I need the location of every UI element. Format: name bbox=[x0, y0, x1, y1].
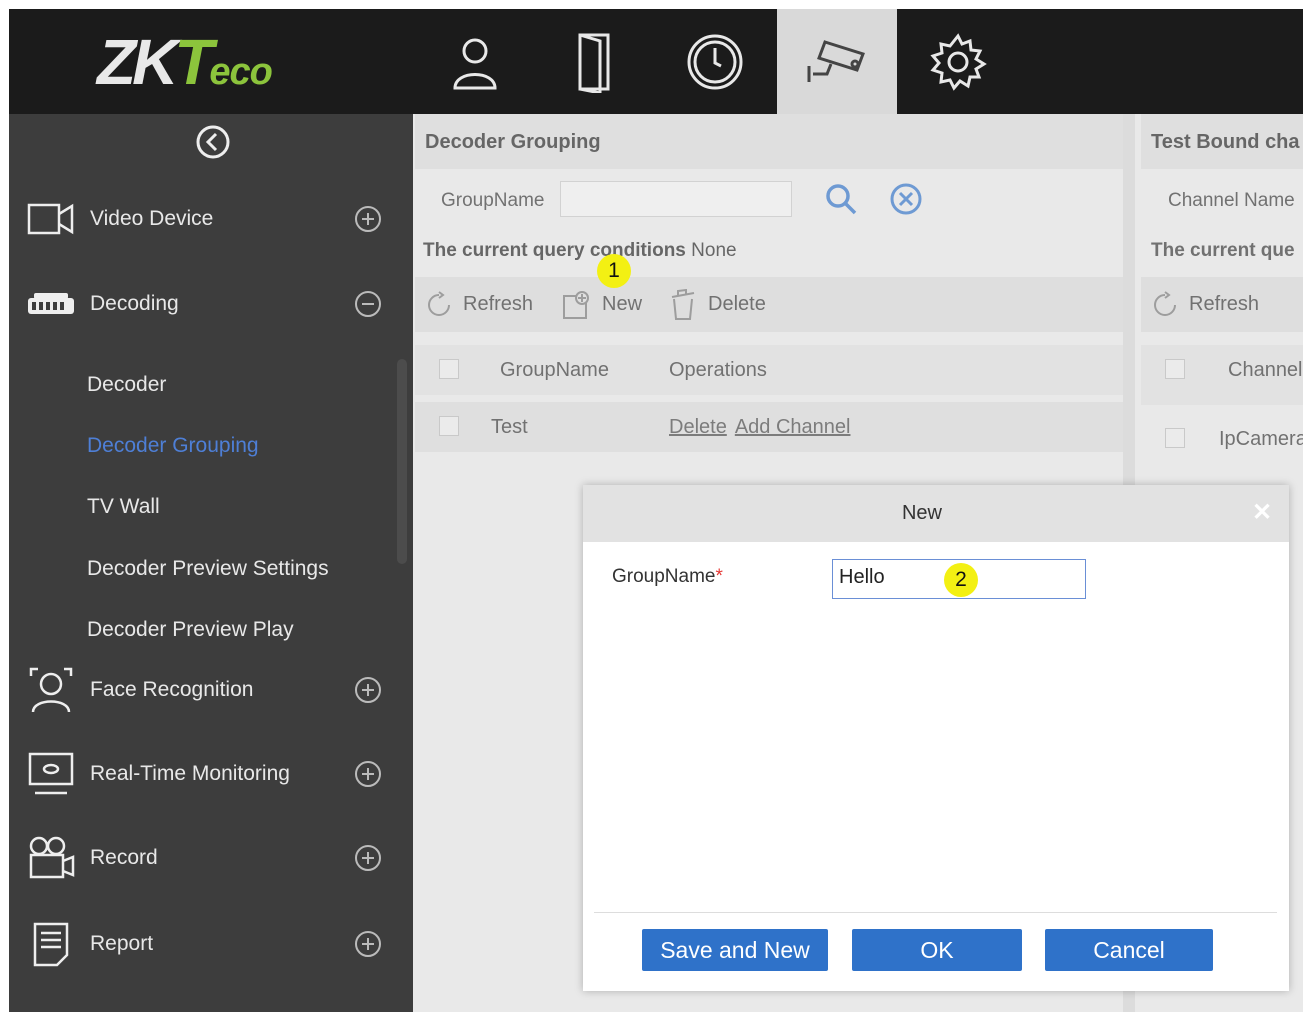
video-device-icon bbox=[25, 193, 77, 245]
sidebar-item-label: Video Device bbox=[90, 207, 214, 230]
attendance-clock-icon[interactable] bbox=[655, 9, 775, 114]
sidebar-scrollbar[interactable] bbox=[397, 359, 407, 564]
expand-plus-icon[interactable] bbox=[354, 930, 382, 958]
sidebar-item-video-device[interactable]: Video Device bbox=[9, 189, 413, 249]
expand-plus-icon[interactable] bbox=[354, 760, 382, 788]
sidebar-item-label: Report bbox=[90, 932, 154, 955]
close-icon[interactable]: ✕ bbox=[1252, 501, 1272, 525]
dialog-title: New bbox=[901, 502, 942, 524]
zkteco-logo: ZKTeco bbox=[97, 26, 273, 98]
sidebar-item-face-recognition[interactable]: Face Recognition bbox=[9, 660, 413, 720]
sidebar-item-label: Record bbox=[90, 846, 158, 869]
system-gear-icon[interactable] bbox=[898, 9, 1018, 114]
decoding-icon bbox=[25, 278, 77, 330]
sidebar-item-label: Face Recognition bbox=[90, 678, 254, 701]
chevron-left-circle-icon[interactable] bbox=[195, 124, 231, 165]
cancel-button[interactable]: Cancel bbox=[1045, 929, 1213, 971]
sidebar-item-report[interactable]: Report bbox=[9, 914, 413, 974]
face-recognition-icon bbox=[25, 664, 77, 716]
video-camera-icon[interactable] bbox=[777, 9, 897, 114]
collapse-minus-icon[interactable] bbox=[354, 290, 382, 318]
new-group-dialog: New ✕ GroupName* Hello Save and New OK C… bbox=[583, 485, 1289, 991]
save-and-new-button[interactable]: Save and New bbox=[642, 929, 828, 971]
ok-button[interactable]: OK bbox=[852, 929, 1022, 971]
step-marker-1: 1 bbox=[597, 254, 631, 288]
expand-plus-icon[interactable] bbox=[354, 844, 382, 872]
required-asterisk: * bbox=[715, 566, 723, 587]
sidebar-item-label: Real-Time Monitoring bbox=[90, 762, 290, 785]
dialog-header: New ✕ bbox=[583, 485, 1289, 542]
groupname-field-label: GroupName* bbox=[612, 566, 723, 587]
top-bar: ZKTeco bbox=[9, 9, 1303, 114]
personnel-icon[interactable] bbox=[415, 9, 535, 114]
sidebar-item-realtime-monitoring[interactable]: Real-Time Monitoring bbox=[9, 744, 413, 804]
expand-plus-icon[interactable] bbox=[354, 205, 382, 233]
sidebar-item-decoding[interactable]: Decoding bbox=[9, 274, 413, 334]
app-window: ZKTeco Video Device Decoding Decoder Dec… bbox=[9, 9, 1303, 1012]
sidebar-item-record[interactable]: Record bbox=[9, 828, 413, 888]
sidebar: Video Device Decoding Decoder Decoder Gr… bbox=[9, 114, 413, 1012]
dialog-divider bbox=[594, 912, 1277, 913]
expand-plus-icon[interactable] bbox=[354, 676, 382, 704]
sidebar-item-decoder-grouping[interactable]: Decoder Grouping bbox=[87, 434, 259, 458]
step-marker-2: 2 bbox=[944, 563, 978, 597]
record-camera-icon bbox=[25, 832, 77, 884]
sidebar-item-decoder[interactable]: Decoder bbox=[87, 373, 166, 397]
monitor-icon bbox=[25, 748, 77, 800]
sidebar-item-label: Decoding bbox=[90, 292, 179, 315]
sidebar-item-decoder-preview-play[interactable]: Decoder Preview Play bbox=[87, 618, 294, 642]
report-document-icon bbox=[25, 918, 77, 970]
sidebar-item-tv-wall[interactable]: TV Wall bbox=[87, 495, 160, 519]
sidebar-item-decoder-preview-settings[interactable]: Decoder Preview Settings bbox=[87, 557, 329, 581]
access-door-icon[interactable] bbox=[535, 9, 655, 114]
